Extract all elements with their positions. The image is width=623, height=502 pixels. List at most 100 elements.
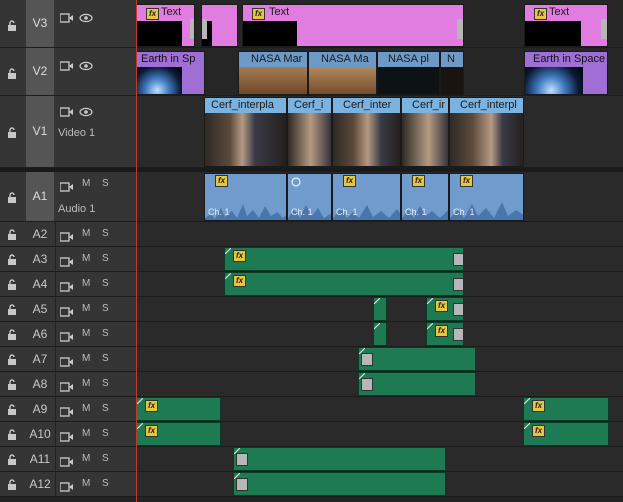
track-name-v3[interactable]: V3 — [26, 0, 54, 47]
lock-icon[interactable] — [7, 378, 17, 390]
audio-clip[interactable]: fx — [426, 322, 464, 346]
solo-button[interactable]: S — [102, 228, 109, 239]
lock-icon[interactable] — [7, 19, 17, 31]
filmstrip-icon[interactable] — [59, 329, 74, 342]
lock-icon[interactable] — [7, 403, 17, 415]
solo-button[interactable]: S — [102, 403, 109, 414]
lock-icon[interactable] — [7, 303, 17, 315]
lock-icon[interactable] — [7, 478, 17, 490]
video-clip-cerf[interactable]: Cerf_ir — [401, 97, 449, 167]
audio-clip-a1[interactable]: Ch. 1 — [287, 173, 332, 221]
track-name-a4[interactable]: A4 — [26, 272, 54, 296]
track-name-a8[interactable]: A8 — [26, 372, 54, 396]
title-clip[interactable]: fx Text — [242, 4, 464, 47]
filmstrip-icon[interactable] — [59, 58, 74, 71]
track-name-v1[interactable]: V1 — [26, 96, 54, 167]
eye-icon[interactable] — [79, 10, 93, 23]
track-name-a9[interactable]: A9 — [26, 397, 54, 421]
track-name-a11[interactable]: A11 — [26, 447, 54, 471]
lock-icon[interactable] — [7, 328, 17, 340]
eye-icon[interactable] — [79, 104, 93, 117]
filmstrip-icon[interactable] — [59, 10, 74, 23]
mute-button[interactable]: M — [82, 178, 90, 189]
video-clip-nasa[interactable]: NASA Mar — [238, 51, 308, 95]
filmstrip-icon[interactable] — [59, 404, 74, 417]
track-name-a10[interactable]: A10 — [26, 422, 54, 446]
video-clip-cerf[interactable]: Cerf_i — [287, 97, 332, 167]
filmstrip-icon[interactable] — [59, 354, 74, 367]
mute-button[interactable]: M — [82, 228, 90, 239]
audio-clip[interactable]: fx — [136, 422, 221, 446]
audio-clip[interactable] — [233, 472, 446, 496]
audio-clip-a1[interactable]: fx Ch. 1 — [449, 173, 524, 221]
mute-button[interactable]: M — [82, 253, 90, 264]
filmstrip-icon[interactable] — [59, 379, 74, 392]
video-clip-nasa[interactable]: N — [440, 51, 464, 95]
video-clip-earth[interactable]: Earth in Sp — [136, 51, 205, 95]
mute-button[interactable]: M — [82, 353, 90, 364]
audio-clip[interactable] — [233, 447, 446, 471]
filmstrip-icon[interactable] — [59, 454, 74, 467]
solo-button[interactable]: S — [102, 478, 109, 489]
audio-clip[interactable]: fx — [523, 422, 609, 446]
lock-icon[interactable] — [7, 278, 17, 290]
mute-button[interactable]: M — [82, 378, 90, 389]
mute-button[interactable]: M — [82, 303, 90, 314]
solo-button[interactable]: S — [102, 278, 109, 289]
mute-button[interactable]: M — [82, 478, 90, 489]
solo-button[interactable]: S — [102, 428, 109, 439]
mute-button[interactable]: M — [82, 428, 90, 439]
audio-clip-a1[interactable]: fx Ch. 1 — [332, 173, 401, 221]
video-clip-nasa[interactable]: NASA Ma — [308, 51, 377, 95]
solo-button[interactable]: S — [102, 253, 109, 264]
lock-icon[interactable] — [7, 428, 17, 440]
lock-icon[interactable] — [7, 253, 17, 265]
video-clip-cerf[interactable]: Cerf_inter — [332, 97, 401, 167]
title-clip[interactable] — [201, 4, 238, 47]
track-name-a2[interactable]: A2 — [26, 222, 54, 246]
audio-clip[interactable]: fx — [136, 397, 221, 421]
solo-button[interactable]: S — [102, 453, 109, 464]
audio-clip[interactable] — [373, 322, 387, 346]
filmstrip-icon[interactable] — [59, 229, 74, 242]
solo-button[interactable]: S — [102, 353, 109, 364]
audio-clip[interactable]: fx — [224, 272, 464, 296]
filmstrip-icon[interactable] — [59, 104, 74, 117]
track-name-a3[interactable]: A3 — [26, 247, 54, 271]
filmstrip-icon[interactable] — [59, 179, 74, 192]
audio-clip[interactable]: fx — [224, 247, 464, 271]
mute-button[interactable]: M — [82, 328, 90, 339]
mute-button[interactable]: M — [82, 278, 90, 289]
audio-clip[interactable]: fx — [523, 397, 609, 421]
video-clip-earth[interactable]: Earth in Space — [524, 51, 608, 95]
track-name-a5[interactable]: A5 — [26, 297, 54, 321]
audio-clip-a1[interactable]: fx Ch. 1 — [204, 173, 287, 221]
solo-button[interactable]: S — [102, 328, 109, 339]
lock-icon[interactable] — [7, 191, 17, 203]
playhead[interactable] — [136, 0, 137, 502]
mute-button[interactable]: M — [82, 403, 90, 414]
filmstrip-icon[interactable] — [59, 479, 74, 492]
title-clip[interactable]: fx Text — [524, 4, 608, 47]
track-name-a6[interactable]: A6 — [26, 322, 54, 346]
audio-clip[interactable] — [358, 347, 476, 371]
solo-button[interactable]: S — [102, 378, 109, 389]
video-clip-cerf[interactable]: Cerf_interpl — [449, 97, 524, 167]
video-clip-cerf[interactable]: Cerf_interpla — [204, 97, 287, 167]
audio-clip[interactable] — [373, 297, 387, 321]
track-name-a7[interactable]: A7 — [26, 347, 54, 371]
filmstrip-icon[interactable] — [59, 279, 74, 292]
filmstrip-icon[interactable] — [59, 254, 74, 267]
track-name-a12[interactable]: A12 — [26, 472, 54, 496]
lock-icon[interactable] — [7, 228, 17, 240]
filmstrip-icon[interactable] — [59, 429, 74, 442]
lock-icon[interactable] — [7, 453, 17, 465]
track-name-a1[interactable]: A1 — [26, 172, 54, 221]
audio-clip[interactable]: fx — [426, 297, 464, 321]
lock-icon[interactable] — [7, 67, 17, 79]
filmstrip-icon[interactable] — [59, 304, 74, 317]
lock-icon[interactable] — [7, 126, 17, 138]
solo-button[interactable]: S — [102, 303, 109, 314]
audio-clip-a1[interactable]: fx Ch. 1 — [401, 173, 449, 221]
title-clip[interactable]: fx Text — [136, 4, 195, 47]
